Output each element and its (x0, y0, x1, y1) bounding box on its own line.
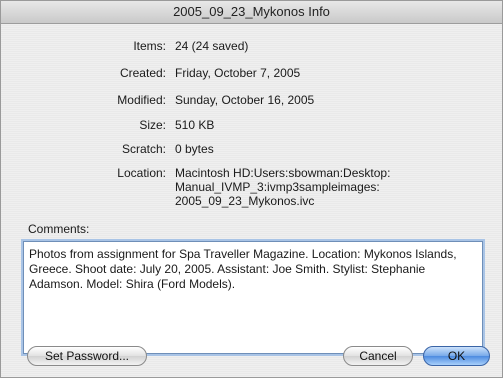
ok-button[interactable]: OK (423, 346, 490, 366)
info-window: 2005_09_23_Mykonos Info Items: 24 (24 sa… (0, 0, 503, 378)
location-line-1: Macintosh HD:Users:sbowman:Desktop: (175, 166, 391, 180)
scratch-value: 0 bytes (175, 142, 214, 156)
created-value: Friday, October 7, 2005 (175, 66, 301, 80)
comments-label: Comments: (28, 222, 90, 236)
size-label: Size: (139, 118, 166, 132)
location-line-3: 2005_09_23_Mykonos.ivc (175, 194, 315, 208)
scratch-label: Scratch: (121, 142, 166, 156)
cancel-button[interactable]: Cancel (343, 346, 413, 366)
location-label: Location: (117, 166, 166, 180)
window-titlebar[interactable]: 2005_09_23_Mykonos Info (1, 1, 502, 24)
window-title: 2005_09_23_Mykonos Info (173, 4, 330, 19)
modified-value: Sunday, October 16, 2005 (175, 93, 315, 107)
location-line-2: Manual_IVMP_3:ivmp3sampleimages: (175, 180, 380, 194)
items-label: Items: (133, 39, 166, 53)
size-value: 510 KB (175, 118, 215, 132)
created-label: Created: (119, 66, 166, 80)
comments-field[interactable]: Photos from assignment for Spa Traveller… (23, 241, 483, 354)
items-value: 24 (24 saved) (175, 39, 249, 53)
modified-label: Modified: (117, 93, 166, 107)
set-password-button[interactable]: Set Password... (27, 346, 147, 366)
